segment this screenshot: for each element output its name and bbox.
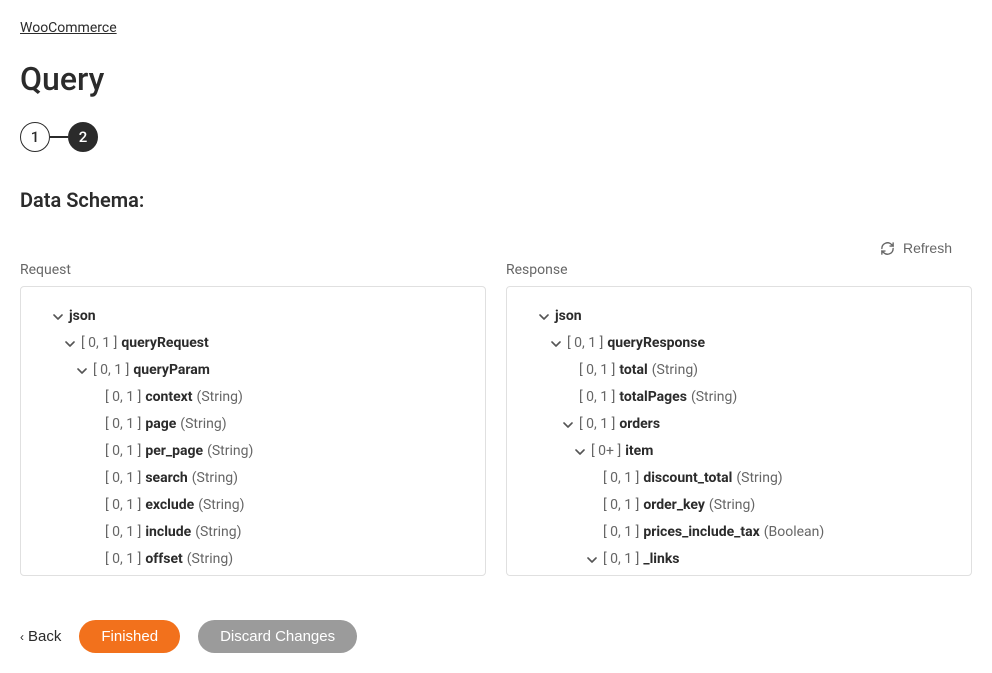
cardinality: [ 0, 1 ] [105,522,141,543]
chevron-down-icon[interactable] [561,420,575,430]
tree-row[interactable]: [ 0, 1 ]discount_total(String) [519,465,959,492]
chevron-down-icon[interactable] [549,339,563,349]
field-name: page [145,414,176,435]
cardinality: [ 0, 1 ] [105,441,141,462]
tree-row[interactable]: [ 0, 1 ]order(String) [33,573,473,576]
refresh-icon [880,241,895,256]
cardinality: [ 0, 1 ] [93,360,129,381]
cardinality: [ 0, 1 ] [603,522,639,543]
cardinality: [ 0, 1 ] [105,495,141,516]
request-label: Request [20,262,486,278]
field-type: (String) [198,495,244,516]
field-type: (Boolean) [764,522,825,543]
tree-row[interactable]: [ 0, 1 ]prices_include_tax(Boolean) [519,519,959,546]
step-2[interactable]: 2 [68,122,98,152]
field-type: (String) [652,360,698,381]
cardinality: [ 0, 1 ] [579,387,615,408]
field-name: exclude [145,495,194,516]
field-type: (String) [691,387,737,408]
cardinality: [ 0, 1 ] [105,549,141,570]
tree-row[interactable]: [ 0, 1 ]page(String) [33,411,473,438]
field-name: queryRequest [121,333,208,354]
cardinality: [ 0, 1 ] [603,468,639,489]
cardinality: [ 0, 1 ] [105,387,141,408]
cardinality: [ 0, 1 ] [579,360,615,381]
tree-row[interactable]: json [519,303,959,330]
tree-row[interactable]: [ 0, 1 ]self [519,573,959,576]
chevron-down-icon[interactable] [585,555,599,565]
response-panel: json[ 0, 1 ]queryResponse[ 0, 1 ]total(S… [506,286,972,576]
cardinality: [ 0+ ] [591,441,621,462]
cardinality: [ 0, 1 ] [105,468,141,489]
chevron-down-icon[interactable] [537,312,551,322]
refresh-button[interactable]: Refresh [880,240,952,256]
field-name: total [619,360,647,381]
back-label: Back [28,628,61,645]
field-type: (String) [709,495,755,516]
finished-button[interactable]: Finished [79,620,180,653]
tree-row[interactable]: [ 0, 1 ]queryParam [33,357,473,384]
field-name: discount_total [643,468,732,489]
chevron-left-icon: ‹ [20,630,24,644]
field-type: (String) [207,441,253,462]
field-name: _links [643,549,679,570]
tree-row[interactable]: [ 0, 1 ]exclude(String) [33,492,473,519]
field-name: queryResponse [607,333,705,354]
field-name: context [145,387,192,408]
cardinality: [ 0, 1 ] [567,333,603,354]
refresh-label: Refresh [903,240,952,256]
back-button[interactable]: ‹ Back [20,628,61,645]
field-name: offset [145,549,182,570]
tree-row[interactable]: json [33,303,473,330]
field-name: prices_include_tax [643,522,759,543]
tree-row[interactable]: [ 0, 1 ]orders [519,411,959,438]
tree-row[interactable]: [ 0, 1 ]order_key(String) [519,492,959,519]
page-title: Query [20,60,972,98]
tree-row[interactable]: [ 0, 1 ]totalPages(String) [519,384,959,411]
step-connector [50,136,68,138]
field-name: item [625,441,653,462]
field-name: orders [619,414,660,435]
tree-row[interactable]: [ 0, 1 ]include(String) [33,519,473,546]
field-type: (String) [736,468,782,489]
field-name: queryParam [133,360,210,381]
cardinality: [ 0, 1 ] [105,414,141,435]
section-heading: Data Schema: [20,188,972,212]
discard-changes-button[interactable]: Discard Changes [198,620,357,653]
chevron-down-icon[interactable] [51,312,65,322]
field-name: per_page [145,441,203,462]
tree-row[interactable]: [ 0+ ]item [519,438,959,465]
step-1[interactable]: 1 [20,122,50,152]
cardinality: [ 0, 1 ] [579,414,615,435]
cardinality: [ 0, 1 ] [603,549,639,570]
request-panel: json[ 0, 1 ]queryRequest[ 0, 1 ]queryPar… [20,286,486,576]
field-type: (String) [195,522,241,543]
tree-row[interactable]: [ 0, 1 ]total(String) [519,357,959,384]
response-label: Response [506,262,972,278]
field-type: (String) [197,387,243,408]
field-type: (String) [187,549,233,570]
chevron-down-icon[interactable] [573,447,587,457]
field-name: include [145,522,191,543]
tree-row[interactable]: [ 0, 1 ]context(String) [33,384,473,411]
tree-row[interactable]: [ 0, 1 ]per_page(String) [33,438,473,465]
field-type: (String) [180,414,226,435]
tree-row[interactable]: [ 0, 1 ]queryRequest [33,330,473,357]
field-name: order_key [643,495,705,516]
field-name: totalPages [619,387,687,408]
tree-row[interactable]: [ 0, 1 ]queryResponse [519,330,959,357]
breadcrumb[interactable]: WooCommerce [20,20,972,36]
field-name: search [145,468,187,489]
chevron-down-icon[interactable] [63,339,77,349]
tree-row[interactable]: [ 0, 1 ]_links [519,546,959,573]
field-name: json [555,306,582,327]
cardinality: [ 0, 1 ] [81,333,117,354]
tree-row[interactable]: [ 0, 1 ]offset(String) [33,546,473,573]
stepper: 1 2 [20,122,972,152]
cardinality: [ 0, 1 ] [603,495,639,516]
field-type: (String) [192,468,238,489]
chevron-down-icon[interactable] [75,366,89,376]
field-name: json [69,306,96,327]
tree-row[interactable]: [ 0, 1 ]search(String) [33,465,473,492]
